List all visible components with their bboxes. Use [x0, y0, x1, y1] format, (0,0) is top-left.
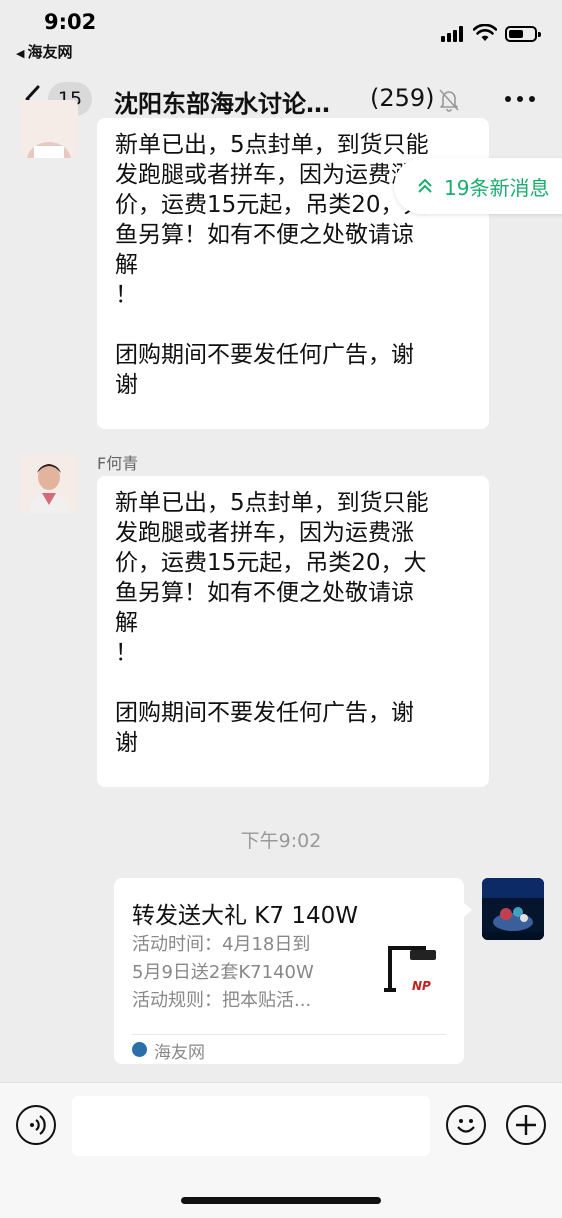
cellular-signal-icon	[441, 26, 467, 42]
message-text-line: 团购期间不要发任何广告，谢	[115, 342, 414, 368]
member-count: (259)	[370, 84, 435, 112]
back-triangle-icon: ◀	[16, 47, 25, 60]
message-timestamp: 下午9:02	[240, 830, 322, 852]
message-text-line: 新单已出，5点封单，到货只能	[115, 490, 429, 516]
message-text-line: 解	[115, 610, 138, 636]
status-time: 9:02	[44, 10, 97, 34]
message-text-line	[115, 310, 471, 340]
avatar[interactable]	[20, 455, 78, 513]
new-messages-label: 19条新消息	[444, 176, 550, 200]
input-bar	[0, 1082, 562, 1218]
more-actions-button[interactable]	[506, 1105, 546, 1145]
status-bar: 9:02 ◀ 海友网	[0, 0, 562, 66]
back-to-app-link[interactable]: ◀ 海友网	[16, 41, 72, 62]
more-options-icon[interactable]	[505, 96, 535, 102]
message-text-line: ！	[115, 282, 138, 308]
bubble-tail	[463, 902, 472, 918]
message-text-line: 发跑腿或者拼车，因为运费涨	[115, 520, 414, 546]
link-card-thumbnail: NP	[376, 938, 446, 1004]
message-text-line: ！	[115, 640, 138, 666]
card-divider	[132, 1034, 446, 1035]
link-card-description: 活动时间：4月18日到 5月9日送2套K7140W 活动规则：把本贴活...	[132, 931, 352, 1015]
link-card-desc-line: 活动时间：4月18日到	[132, 934, 311, 955]
new-messages-button[interactable]: 19条新消息	[394, 158, 562, 214]
avatar[interactable]	[20, 100, 78, 158]
link-card-title: 转发送大礼 K7 140W	[132, 903, 358, 929]
svg-text:NP: NP	[412, 979, 431, 993]
chat-title: 沈阳东部海水讨论…	[114, 90, 330, 118]
message-text-line: 解	[115, 252, 138, 278]
double-chevron-up-icon	[418, 178, 432, 193]
sender-name: F何青	[97, 454, 139, 473]
battery-icon	[505, 26, 541, 42]
smiley-icon	[457, 1119, 475, 1133]
link-card-source: 海友网	[154, 1043, 205, 1063]
wifi-icon	[473, 24, 497, 41]
message-text-line: 新单已出，5点封单，到货只能	[115, 132, 429, 158]
voice-input-button[interactable]	[16, 1105, 56, 1145]
home-indicator	[181, 1197, 381, 1204]
message-text-line: 价，运费15元起，吊类20，大	[115, 550, 427, 576]
muted-bell-icon	[439, 89, 459, 112]
my-avatar[interactable]	[482, 878, 544, 940]
message-text-line	[115, 668, 471, 698]
message-text-line: 谢	[115, 730, 138, 756]
link-card-desc-line: 5月9日送2套K7140W	[132, 962, 314, 983]
back-app-label: 海友网	[27, 43, 73, 61]
link-card-desc-line: 活动规则：把本贴活...	[132, 990, 312, 1011]
message-bubble[interactable]: 新单已出，5点封单，到货只能 发跑腿或者拼车，因为运费涨 价，运费15元起，吊类20…	[97, 476, 489, 787]
message-text-line: 团购期间不要发任何广告，谢	[115, 700, 414, 726]
message-text-line: 谢	[115, 372, 138, 398]
message-text-line: 鱼另算！如有不便之处敬请谅	[115, 222, 414, 248]
plus-icon	[516, 1115, 536, 1135]
message-input[interactable]	[72, 1096, 430, 1156]
emoji-button[interactable]	[446, 1105, 486, 1145]
source-logo-icon	[132, 1042, 147, 1057]
voice-icon	[30, 1115, 46, 1135]
link-card[interactable]: 转发送大礼 K7 140W 活动时间：4月18日到 5月9日送2套K7140W …	[114, 878, 464, 1064]
message-text-line: 鱼另算！如有不便之处敬请谅	[115, 580, 414, 606]
